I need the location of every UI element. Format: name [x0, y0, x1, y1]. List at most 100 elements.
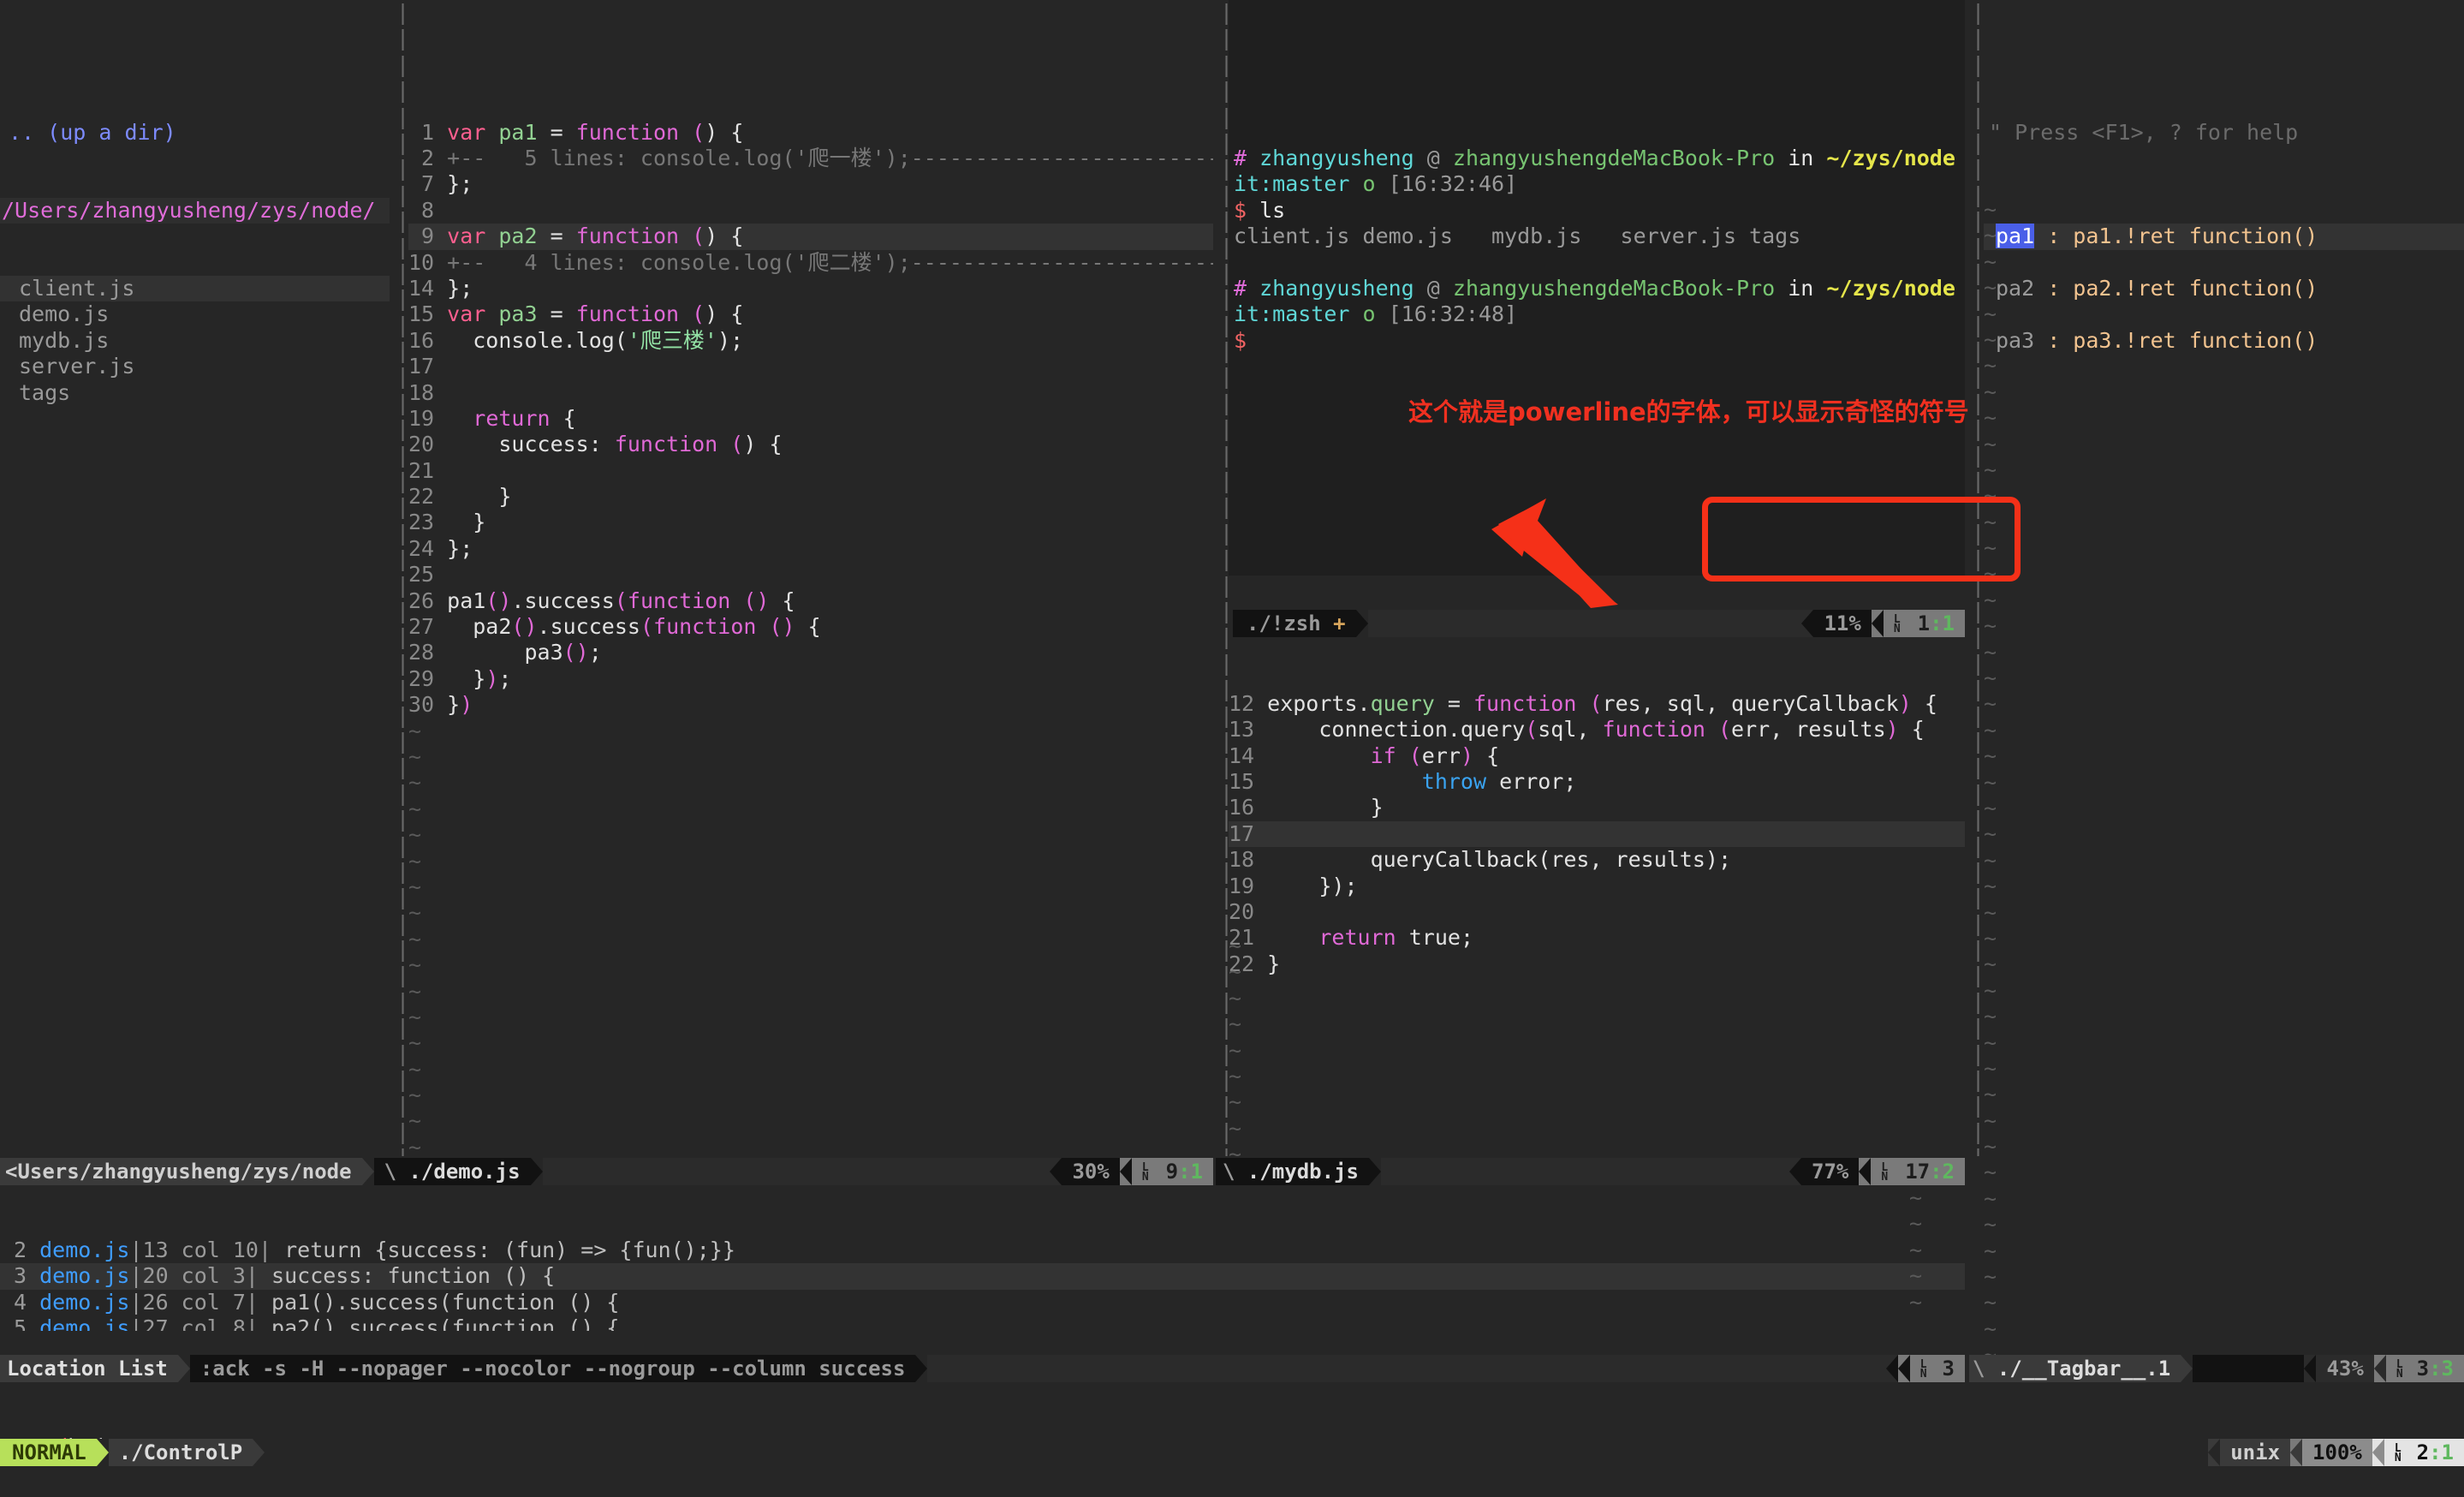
line-number: 22	[408, 484, 448, 510]
code-line[interactable]: 23 }	[408, 510, 1213, 535]
empty-line-marker: ~	[408, 1134, 422, 1156]
nerdtree-item-demo-js[interactable]: demo.js	[0, 301, 390, 327]
code-line[interactable]: 1 var pa1 = function () {	[408, 120, 1213, 146]
code-line[interactable]: 17	[1229, 820, 1965, 848]
code-line[interactable]: 28 pa3();	[408, 640, 1213, 665]
code-line[interactable]: 18	[408, 380, 1213, 406]
code-line[interactable]: 2 +-- 5 lines: console.log('爬一楼');------…	[408, 146, 1213, 171]
empty-line-marker: ~	[1909, 1237, 1923, 1262]
code-line[interactable]: 26 pa1().success(function () {	[408, 588, 1213, 614]
vim-application-window: .. (up a dir) /Users/zhangyusheng/zys/no…	[0, 0, 2464, 1497]
split-glyph: |	[1972, 1015, 1984, 1041]
split-glyph: |	[396, 520, 408, 546]
quickfix-row[interactable]: 5 demo.js|27 col 8| pa2().success(functi…	[0, 1315, 1965, 1331]
tagbar-col-pos: 3	[2441, 1357, 2454, 1381]
empty-line-marker: ~	[1984, 223, 1997, 248]
ctrlp-prompt-line[interactable]: >>> d_	[0, 1468, 2464, 1497]
code-line[interactable]: 9 var pa2 = function () {	[408, 224, 1213, 250]
code-line[interactable]: 27 pa2().success(function () {	[408, 614, 1213, 640]
code-line[interactable]: 18 queryCallback(res, results);	[1229, 847, 1965, 873]
split-glyph: |	[396, 286, 408, 312]
code-line[interactable]: 10 +-- 4 lines: console.log('爬二楼');-----…	[408, 250, 1213, 276]
code-line[interactable]: 24 };	[408, 536, 1213, 562]
nerdtree-item-server-js[interactable]: server.js	[0, 354, 390, 379]
nerdtree-item-list[interactable]: client.js demo.js mydb.js server.js tags	[0, 276, 390, 406]
tagbar-tag-list[interactable]: pa1 : pa1.!ret function() pa2 : pa2.!ret…	[1984, 198, 2464, 354]
split-glyph: |	[396, 78, 408, 104]
empty-line-marker: ~	[1984, 431, 1997, 456]
code-line[interactable]: 17	[408, 354, 1213, 379]
code-line[interactable]: 20	[1229, 899, 1965, 925]
demo-modified-glyph: \	[384, 1160, 397, 1184]
split-glyph: |	[1972, 156, 1984, 182]
code-line[interactable]: 8	[408, 198, 1213, 224]
code-line[interactable]: 15 throw error;	[1229, 769, 1965, 795]
code-line[interactable]: 25	[408, 562, 1213, 587]
line-number: 18	[408, 379, 448, 405]
split-glyph: |	[1972, 1067, 1984, 1093]
empty-line-marker: ~	[1229, 1037, 1242, 1063]
terminal-zsh-pane[interactable]: # zhangyusheng @ zhangyushengdeMacBook-P…	[1229, 0, 1965, 576]
split-glyph: |	[396, 885, 408, 910]
loclist-title: Location List	[7, 1357, 168, 1381]
terminal-line: client.js demo.js mydb.js server.js tags	[1229, 224, 1965, 249]
code-line[interactable]: 14 if (err) {	[1229, 743, 1965, 769]
quickfix-rows[interactable]: 2 demo.js|13 col 10| return {success: (f…	[0, 1238, 1965, 1331]
tagbar-item-pa1[interactable]: pa1 : pa1.!ret function()	[1984, 224, 2464, 250]
split-glyph: |	[1972, 598, 1984, 623]
split-glyph: |	[1972, 780, 1984, 806]
tagbar-item-pa3[interactable]: pa3 : pa3.!ret function()	[1984, 328, 2464, 354]
empty-line-marker: ~	[1984, 1212, 1997, 1238]
split-glyph: |	[396, 858, 408, 884]
split-glyph: |	[1972, 650, 1984, 676]
code-line[interactable]: 30 })	[408, 692, 1213, 718]
tagbar-file-label: ./__Tagbar__.1	[1997, 1357, 2171, 1381]
nerdtree-up-a-dir[interactable]: .. (up a dir)	[0, 120, 390, 146]
tagbar-item-detail: : pa2.!ret function()	[2034, 276, 2318, 301]
empty-line-marker: ~	[1229, 1142, 1242, 1156]
nerdtree-item-mydb-js[interactable]: mydb.js	[0, 328, 390, 354]
empty-line-marker: ~	[1984, 1004, 1997, 1029]
nerdtree-file-browser[interactable]: .. (up a dir) /Users/zhangyusheng/zys/no…	[0, 0, 390, 1156]
tagbar-item-pa2[interactable]: pa2 : pa2.!ret function()	[1984, 276, 2464, 301]
code-line[interactable]: 12 exports.query = function (res, sql, q…	[1229, 691, 1965, 717]
code-line[interactable]: 15 var pa3 = function () {	[408, 301, 1213, 327]
code-line[interactable]: 21	[408, 458, 1213, 484]
quickfix-row[interactable]: 4 demo.js|26 col 7| pa1().success(functi…	[0, 1290, 1965, 1315]
editor-mydb-js[interactable]: 12 exports.query = function (res, sql, q…	[1229, 639, 1965, 1156]
tagbar-pane[interactable]: " Press <F1>, ? for help pa1 : pa1.!ret …	[1984, 0, 2464, 1370]
code-line[interactable]: 29 });	[408, 666, 1213, 692]
split-glyph: |	[1972, 104, 1984, 129]
split-glyph: |	[1972, 832, 1984, 858]
quickfix-location: |26 col 7|	[129, 1289, 272, 1315]
code-line[interactable]: 22 }	[408, 484, 1213, 510]
demo-js-code-lines[interactable]: 1 var pa1 = function () { 2 +-- 5 lines:…	[408, 120, 1213, 1156]
quickfix-row[interactable]: 3 demo.js|20 col 3| success: function ()…	[0, 1263, 1965, 1290]
code-line[interactable]: 16 }	[1229, 795, 1965, 820]
quickfix-row[interactable]: 2 demo.js|13 col 10| return {success: (f…	[0, 1238, 1965, 1263]
terminal-cwd: ~/zys/node	[1826, 275, 1955, 301]
empty-line-marker: ~	[1984, 1082, 1997, 1107]
code-line[interactable]: 16 console.log('爬三楼');	[408, 328, 1213, 354]
code-line[interactable]: 19 });	[1229, 874, 1965, 899]
tagbar-line-pos: 3	[2416, 1357, 2430, 1381]
code-line[interactable]: 22 }	[1229, 951, 1965, 977]
code-line[interactable]: 20 success: function () {	[408, 432, 1213, 457]
code-line[interactable]: 13 connection.query(sql, function (err, …	[1229, 717, 1965, 743]
code-line[interactable]: 19 return {	[408, 406, 1213, 432]
ctrlp-results-pane[interactable]: mydb.js> demo.js	[0, 1382, 2464, 1439]
quickfix-text: return {success: (fun) => {fun();}}	[284, 1237, 735, 1262]
nerdtree-item-client-js[interactable]: client.js	[0, 276, 390, 302]
tagbar-item-detail: : pa3.!ret function()	[2034, 327, 2318, 353]
code-line[interactable]: 14 };	[408, 276, 1213, 301]
mydb-js-code-lines[interactable]: 12 exports.query = function (res, sql, q…	[1229, 691, 1965, 977]
quickfix-location-list[interactable]: 2 demo.js|13 col 10| return {success: (f…	[0, 1185, 1965, 1331]
editor-demo-js[interactable]: 1 var pa1 = function () { 2 +-- 5 lines:…	[408, 0, 1213, 1156]
code-line[interactable]: 21 return true;	[1229, 925, 1965, 951]
nerdtree-item-tags[interactable]: tags	[0, 380, 390, 406]
code-line[interactable]: 7 };	[408, 171, 1213, 197]
split-glyph: |	[1972, 312, 1984, 337]
line-number: 18	[1229, 847, 1268, 873]
split-glyph: |	[396, 572, 408, 598]
